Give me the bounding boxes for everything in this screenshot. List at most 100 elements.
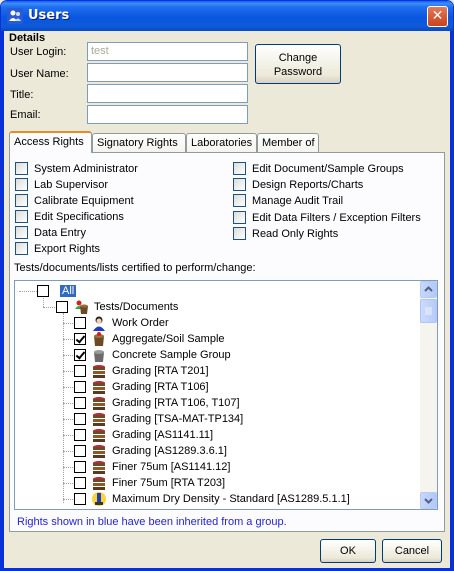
tree-connector (63, 435, 73, 436)
scroll-up-button[interactable] (420, 281, 437, 298)
tree-connector (63, 483, 73, 484)
manage-audit-trail-checkbox[interactable]: Manage Audit Trail (233, 194, 343, 207)
tree-item-grading-as1141-11[interactable]: Grading [AS1141.11] (74, 427, 213, 443)
checkbox-box (15, 162, 28, 175)
tests-tree[interactable]: All Tests/Documents Work Order Aggregate… (14, 280, 438, 510)
bucket-icon (94, 350, 104, 362)
sieve-icon (93, 429, 105, 442)
checkbox-label: System Administrator (34, 162, 138, 175)
edit-data-filters-checkbox[interactable]: Edit Data Filters / Exception Filters (233, 211, 421, 224)
tree-connector (63, 339, 73, 340)
checkbox-label: Edit Data Filters / Exception Filters (252, 211, 421, 224)
tree-item-label: Aggregate/Soil Sample (112, 333, 225, 345)
checkbox-label: Calibrate Equipment (34, 194, 134, 207)
system-administrator-checkbox[interactable]: System Administrator (15, 162, 138, 175)
email-field[interactable] (87, 105, 248, 124)
tab-laboratories[interactable]: Laboratories (186, 133, 257, 152)
user-name-label: User Name: (10, 68, 69, 80)
tree-checkbox[interactable] (74, 477, 86, 489)
tree-item-label: Grading [RTA T106] (112, 381, 209, 393)
tree-item-grading-tsa-mat-tp134[interactable]: Grading [TSA-MAT-TP134] (74, 411, 243, 427)
tree-checkbox[interactable] (74, 365, 86, 377)
export-rights-checkbox[interactable]: Export Rights (15, 242, 100, 255)
checkbox-label: Manage Audit Trail (252, 194, 344, 207)
tree-checkbox[interactable] (74, 413, 86, 425)
title-field[interactable] (87, 84, 248, 103)
tree-item-label: Maximum Dry Density - Standard [AS1289.5… (112, 493, 350, 505)
tree-checkbox[interactable] (74, 381, 86, 393)
sieve-icon (93, 381, 105, 394)
tree-checkbox[interactable] (74, 349, 86, 361)
tests-certified-label: Tests/documents/lists certified to perfo… (14, 262, 256, 274)
tree-connector (63, 419, 73, 420)
tree-vertical-scrollbar[interactable] (420, 281, 437, 509)
calibrate-equipment-checkbox[interactable]: Calibrate Equipment (15, 194, 134, 207)
tree-checkbox[interactable] (37, 285, 49, 297)
window-title: Users (28, 8, 70, 23)
sieve-icon (93, 413, 105, 426)
tree-label-all: All (60, 285, 77, 297)
title-label: Title: (10, 89, 34, 101)
tree-connector (63, 323, 73, 324)
checkbox-box (233, 162, 246, 175)
tree-item-concrete-sample-group[interactable]: Concrete Sample Group (74, 347, 231, 363)
tree-item-grading-rta-t201[interactable]: Grading [RTA T201] (74, 363, 209, 379)
scroll-thumb[interactable] (420, 299, 437, 323)
tree-item-grading-as1289-3-6-1[interactable]: Grading [AS1289.3.6.1] (74, 443, 227, 459)
tree-item-maximum-dry-density[interactable]: Maximum Dry Density - Standard [AS1289.5… (74, 491, 350, 507)
tab-signatory-rights[interactable]: Signatory Rights (92, 133, 186, 152)
tree-item-aggregate-soil-sample[interactable]: Aggregate/Soil Sample (74, 331, 225, 347)
scroll-down-button[interactable] (420, 492, 437, 509)
lab-supervisor-checkbox[interactable]: Lab Supervisor (15, 178, 108, 191)
details-heading: Details (9, 32, 46, 44)
tree-checkbox[interactable] (74, 429, 86, 441)
user-login-field[interactable]: test (87, 42, 248, 61)
hammer-icon (92, 492, 106, 506)
tree-item-label: Finer 75um [AS1141.12] (112, 461, 231, 473)
tree-item-label: Grading [AS1141.11] (112, 429, 214, 441)
ok-button[interactable]: OK (320, 539, 376, 563)
tree-connector (63, 403, 73, 404)
tree-checkbox[interactable] (56, 301, 68, 313)
tab-member-of[interactable]: Member of (257, 133, 319, 152)
tree-checkbox[interactable] (74, 397, 86, 409)
cancel-button[interactable]: Cancel (382, 539, 442, 563)
tree-checkbox[interactable] (74, 493, 86, 505)
tree-checkbox[interactable] (74, 445, 86, 457)
tree-checkbox[interactable] (74, 317, 86, 329)
tree-connector (63, 499, 73, 500)
tree-item-finer-75um-rta-t203[interactable]: Finer 75um [RTA T203] (74, 475, 225, 491)
tree-node-all[interactable]: All (37, 283, 77, 299)
user-name-field[interactable] (87, 63, 248, 82)
tree-connector (43, 307, 55, 308)
tree-item-grading-rta-t106-t107[interactable]: Grading [RTA T106, T107] (74, 395, 240, 411)
change-password-button[interactable]: Change Password (255, 44, 341, 84)
tree-item-label: Grading [AS1289.3.6.1] (112, 445, 227, 457)
sieve-icon (93, 365, 105, 378)
checkbox-box (15, 210, 28, 223)
sieve-icon (93, 477, 105, 490)
checkbox-label: Export Rights (34, 242, 101, 255)
tab-access-rights[interactable]: Access Rights (9, 131, 92, 153)
tree-item-label: Concrete Sample Group (112, 349, 231, 361)
tree-item-label: Finer 75um [RTA T203] (112, 477, 226, 489)
tree-connector (63, 467, 73, 468)
edit-document-sample-groups-checkbox[interactable]: Edit Document/Sample Groups (233, 162, 404, 175)
data-entry-checkbox[interactable]: Data Entry (15, 226, 86, 239)
tree-item-work-order[interactable]: Work Order (74, 315, 169, 331)
read-only-rights-checkbox[interactable]: Read Only Rights (233, 227, 338, 240)
design-reports-charts-checkbox[interactable]: Design Reports/Charts (233, 178, 363, 191)
edit-specifications-checkbox[interactable]: Edit Specifications (15, 210, 124, 223)
tree-checkbox[interactable] (74, 461, 86, 473)
tree-item-label: Work Order (112, 317, 169, 329)
tree-item-finer-75um-as1141-12[interactable]: Finer 75um [AS1141.12] (74, 459, 230, 475)
close-button[interactable]: ✕ (427, 6, 448, 27)
tree-item-label: Grading [RTA T106, T107] (112, 397, 240, 409)
title-bar[interactable]: Users ✕ (1, 1, 453, 31)
tree-item-grading-rta-t106[interactable]: Grading [RTA T106] (74, 379, 209, 395)
tree-checkbox[interactable] (74, 333, 86, 345)
tree-node-tests-documents[interactable]: Tests/Documents (56, 299, 178, 315)
sieve-icon (93, 445, 105, 458)
users-dialog: Users ✕ Details User Login: test User Na… (0, 0, 454, 571)
checkbox-box (15, 178, 28, 191)
